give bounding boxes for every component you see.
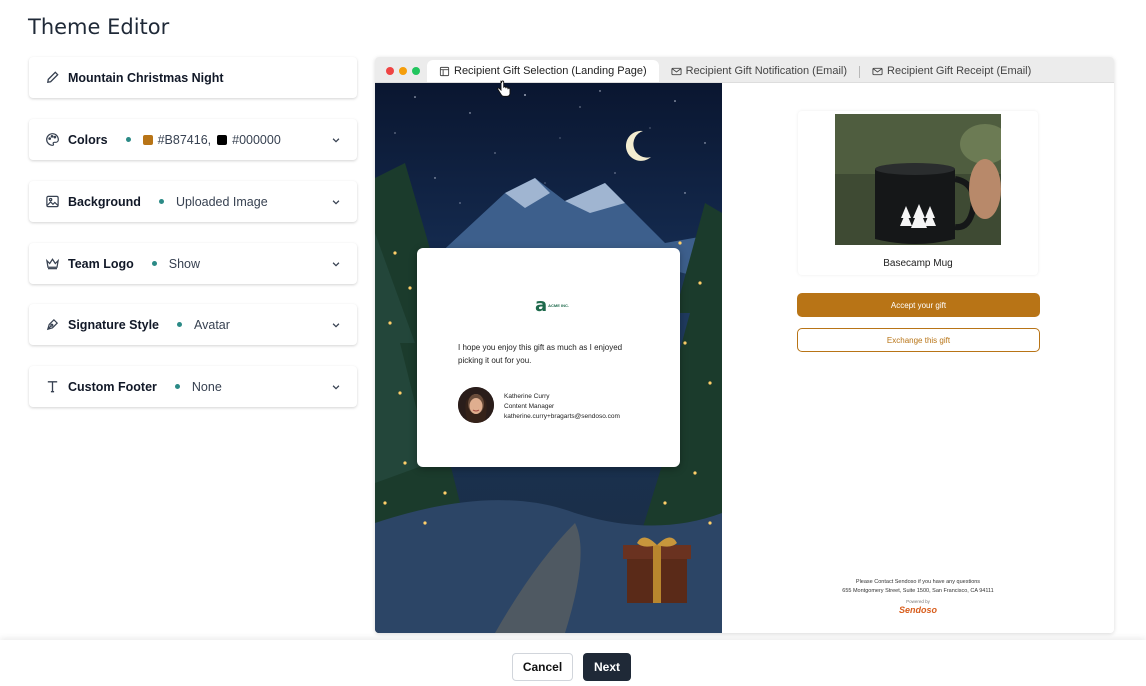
tab-label: Recipient Gift Selection (Landing Page) — [454, 65, 647, 77]
theme-name-card[interactable]: Mountain Christmas Night — [29, 57, 357, 98]
window-controls — [386, 67, 420, 75]
action-bar: Cancel Next — [0, 640, 1146, 686]
close-dot — [386, 67, 394, 75]
footer-line-1: Please Contact Sendoso if you have any q… — [855, 579, 981, 585]
tab-label: Recipient Gift Receipt (Email) — [887, 65, 1032, 77]
signature-block: Katherine Curry Content Manager katherin… — [504, 392, 620, 422]
preview-window: Recipient Gift Selection (Landing Page) … — [375, 57, 1114, 633]
tab-receipt-email[interactable]: Recipient Gift Receipt (Email) — [860, 60, 1043, 82]
theme-name: Mountain Christmas Night — [68, 70, 224, 85]
footer-contact: Please Contact Sendoso if you have any q… — [722, 578, 1114, 596]
tab-notification-email[interactable]: Recipient Gift Notification (Email) — [659, 60, 859, 82]
sender-email: katherine.curry+bragarts@sendoso.com — [504, 413, 620, 420]
signature-style-card[interactable]: Signature Style Avatar — [29, 304, 357, 345]
team-logo-value: Show — [168, 256, 201, 271]
next-button[interactable]: Next — [583, 653, 631, 681]
product-card[interactable]: Basecamp Mug — [798, 111, 1038, 275]
sender-title: Content Manager — [504, 403, 555, 410]
background-card[interactable]: Background Uploaded Image — [29, 181, 357, 222]
mail-icon — [872, 67, 883, 75]
text-icon — [44, 379, 60, 395]
product-image — [835, 114, 1001, 245]
status-dot — [125, 137, 131, 142]
background-value: Uploaded Image — [175, 194, 268, 209]
status-dot — [158, 199, 164, 204]
preview-tabbar: Recipient Gift Selection (Landing Page) … — [375, 57, 1114, 83]
secondary-color-swatch — [217, 134, 228, 145]
minimize-dot — [399, 67, 407, 75]
tab-label: Recipient Gift Notification (Email) — [685, 65, 848, 77]
custom-footer-label: Custom Footer — [68, 379, 157, 394]
hand-cursor-icon — [497, 80, 511, 97]
chevron-down-icon[interactable] — [329, 257, 343, 271]
background-label: Background — [68, 194, 141, 209]
tab-landing-page[interactable]: Recipient Gift Selection (Landing Page) — [427, 60, 659, 82]
mail-icon — [671, 67, 682, 75]
status-dot — [151, 261, 157, 266]
product-name: Basecamp Mug — [883, 258, 953, 269]
team-logo-label: Team Logo — [68, 256, 134, 271]
colors-card[interactable]: Colors #B87416, #000000 — [29, 119, 357, 160]
primary-color-hex: #B87416, — [157, 132, 212, 147]
team-logo-card[interactable]: Team Logo Show — [29, 243, 357, 284]
chevron-down-icon[interactable] — [329, 380, 343, 394]
chevron-down-icon[interactable] — [329, 195, 343, 209]
message-card: a ACME INC. I hope you enjoy this gift a… — [417, 248, 680, 467]
page-title: Theme Editor — [28, 15, 170, 39]
sender-name: Katherine Curry — [504, 393, 550, 400]
status-dot — [177, 322, 182, 327]
secondary-color-hex: #000000 — [232, 132, 281, 147]
palette-icon — [44, 132, 60, 148]
exchange-gift-button[interactable]: Exchange this gift — [797, 328, 1040, 352]
powered-by-text: Powered by — [906, 599, 930, 604]
crown-icon — [44, 256, 60, 272]
chevron-down-icon[interactable] — [329, 318, 343, 332]
acme-logo-text: ACME INC. — [548, 303, 570, 308]
cancel-button[interactable]: Cancel — [512, 653, 573, 681]
signature-style-label: Signature Style — [68, 317, 159, 332]
pencil-icon — [44, 70, 60, 86]
chevron-down-icon[interactable] — [329, 133, 343, 147]
sendoso-logo: Sendoso — [898, 605, 937, 615]
signature-style-value: Avatar — [194, 317, 230, 332]
team-logo: a ACME INC. — [535, 295, 569, 316]
custom-footer-value: None — [191, 379, 222, 394]
colors-value: #B87416, #000000 — [142, 132, 281, 147]
colors-label: Colors — [68, 132, 108, 147]
gift-message: I hope you enjoy this gift as much as I … — [458, 343, 623, 365]
image-icon — [44, 194, 60, 210]
accept-gift-button[interactable]: Accept your gift — [797, 293, 1040, 317]
background-image: a ACME INC. I hope you enjoy this gift a… — [375, 83, 722, 633]
primary-color-swatch — [142, 134, 153, 145]
status-dot — [174, 384, 180, 389]
acme-logo-mark: a — [535, 295, 547, 316]
gift-panel: Basecamp Mug Accept your gift Exchange t… — [722, 83, 1114, 633]
maximize-dot — [412, 67, 420, 75]
pen-nib-icon — [44, 317, 60, 333]
layout-icon — [439, 66, 450, 76]
footer-line-2: 655 Montgomery Street, Suite 1500, San F… — [842, 588, 994, 594]
custom-footer-card[interactable]: Custom Footer None — [29, 366, 357, 407]
avatar — [458, 387, 494, 423]
